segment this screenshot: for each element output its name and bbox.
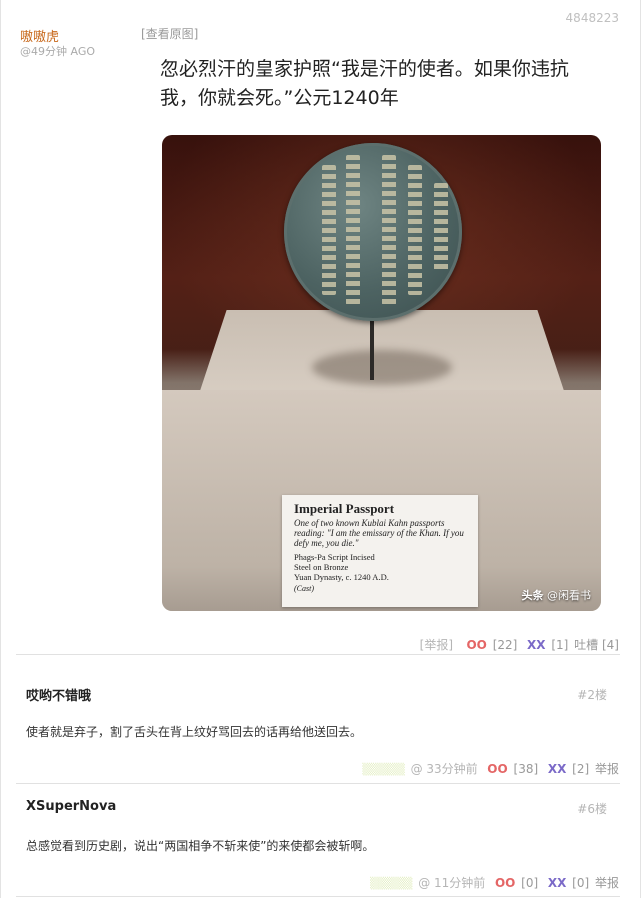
post-text: 忽必烈汗的皇家护照“我是汗的使者。如果你违抗我，你就会死。”公元1240年 bbox=[160, 58, 569, 109]
museum-label-card: Imperial Passport One of two known Kubla… bbox=[282, 495, 478, 607]
oo-count: [22] bbox=[492, 638, 518, 652]
comment-text: 使者就是弃子，割了舌头在背上纹好骂回去的话再给他送回去。 bbox=[26, 725, 363, 739]
disc-shadow bbox=[312, 350, 452, 385]
post-id: 4848223 bbox=[565, 11, 619, 25]
comment-text: 总感觉看到历史剧，说出“两国相争不斩来使”的来使都会被斩啊。 bbox=[26, 839, 375, 853]
comment-time: @ 33分钟前 bbox=[410, 762, 478, 776]
watermark-user: @闲看书 bbox=[547, 589, 591, 602]
image-watermark: 头条 @闲看书 bbox=[522, 587, 592, 603]
divider bbox=[16, 896, 620, 897]
script-column bbox=[382, 155, 396, 305]
comment-floor[interactable]: #2楼 bbox=[577, 686, 607, 703]
label-cast: (Cast) bbox=[294, 584, 314, 593]
script-column bbox=[322, 165, 336, 295]
oo-button[interactable]: OO bbox=[495, 876, 515, 890]
watermark-brand: 头条 bbox=[521, 589, 544, 602]
xx-count: [0] bbox=[572, 876, 590, 890]
xx-button[interactable]: XX bbox=[548, 876, 567, 890]
oo-button[interactable]: OO bbox=[466, 638, 486, 652]
divider bbox=[16, 783, 620, 784]
comment-actions: ▒▒▒▒▒ @ 33分钟前 OO [38] XX [2] 举报 bbox=[360, 760, 619, 777]
post-actions: [举报] OO [22] XX [1] 吐槽 [4] bbox=[418, 636, 619, 653]
xx-button[interactable]: XX bbox=[548, 762, 567, 776]
divider bbox=[16, 654, 620, 655]
report-link[interactable]: 举报 bbox=[595, 762, 619, 776]
oo-count: [38] bbox=[513, 762, 539, 776]
label-meta-3: Yuan Dynasty, c. 1240 A.D. bbox=[294, 572, 389, 582]
oo-count: [0] bbox=[521, 876, 539, 890]
comment-faint-marker: ▒▒▒▒▒ bbox=[362, 763, 405, 776]
display-stand bbox=[370, 320, 374, 380]
comment-time: @ 11分钟前 bbox=[418, 876, 486, 890]
view-original-link[interactable]: [查看原图] bbox=[141, 25, 198, 42]
script-column bbox=[408, 165, 422, 295]
label-meta-1: Phags-Pa Script Incised bbox=[294, 552, 375, 562]
xx-count: [1] bbox=[551, 638, 569, 652]
xx-count: [2] bbox=[572, 762, 590, 776]
xx-button[interactable]: XX bbox=[527, 638, 546, 652]
report-link[interactable]: 举报 bbox=[595, 876, 619, 890]
label-description: One of two known Kublai Kahn passports r… bbox=[294, 518, 464, 548]
script-column bbox=[434, 183, 448, 273]
label-title: Imperial Passport bbox=[294, 501, 395, 516]
oo-button[interactable]: OO bbox=[487, 762, 507, 776]
report-link[interactable]: [举报] bbox=[420, 638, 453, 652]
comment-author[interactable]: 哎哟不错哦 bbox=[26, 685, 91, 704]
label-meta-2: Steel on Bronze bbox=[294, 562, 349, 572]
comment-faint-marker: ▒▒▒▒▒ bbox=[370, 877, 413, 890]
post-time: @49分钟 AGO bbox=[20, 45, 96, 58]
script-column bbox=[346, 155, 360, 305]
passport-disc bbox=[284, 143, 462, 321]
tucao-link[interactable]: 吐槽 [4] bbox=[574, 638, 619, 652]
post-image[interactable]: Imperial Passport One of two known Kubla… bbox=[162, 135, 601, 611]
comment-actions: ▒▒▒▒▒ @ 11分钟前 OO [0] XX [0] 举报 bbox=[368, 874, 619, 891]
comment-floor[interactable]: #6楼 bbox=[577, 800, 607, 817]
comment-author[interactable]: XSuperNova bbox=[26, 799, 116, 814]
